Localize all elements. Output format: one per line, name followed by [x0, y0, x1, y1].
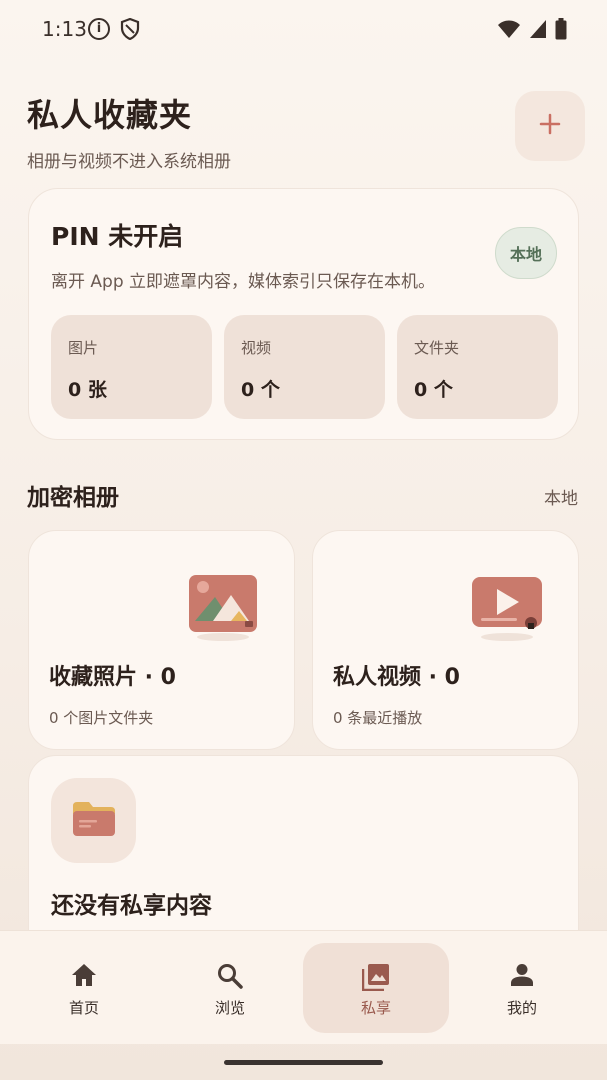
nav-label: 私享: [360, 999, 391, 1017]
pin-status-description: 离开 App 立即遮罩内容，媒体索引只保存在本机。: [51, 272, 436, 292]
album-card-videos[interactable]: 私人视频 · 0 0 条最近播放: [312, 530, 579, 750]
stat-videos: 视频 0 个: [224, 315, 385, 419]
empty-state-title: 还没有私享内容: [51, 893, 212, 919]
status-right-icons: [497, 18, 567, 44]
section-local-label: 本地: [544, 489, 578, 509]
stat-label: 图片: [68, 339, 99, 357]
nav-label: 首页: [68, 999, 99, 1017]
photo-album-icon: [187, 573, 259, 647]
pin-status-title: PIN 未开启: [51, 222, 184, 251]
local-badge: 本地: [495, 227, 557, 279]
page-title: 私人收藏夹: [27, 96, 193, 134]
video-album-icon: [471, 573, 543, 647]
person-icon: [510, 963, 534, 991]
page-subtitle: 相册与视频不进入系统相册: [27, 152, 231, 172]
add-button[interactable]: [515, 91, 585, 161]
gesture-bar[interactable]: [224, 1060, 383, 1065]
stat-value: 0 个: [414, 379, 453, 401]
album-subtitle: 0 个图片文件夹: [49, 709, 154, 727]
cellular-icon: [529, 19, 547, 43]
album-title: 收藏照片 · 0: [49, 665, 176, 690]
nav-label: 我的: [506, 999, 537, 1017]
status-bar: 1:13 i: [0, 0, 607, 60]
stat-images: 图片 0 张: [51, 315, 212, 419]
section-title: 加密相册: [27, 485, 119, 511]
status-time: 1:13: [42, 17, 87, 41]
album-title: 私人视频 · 0: [333, 665, 460, 690]
stat-value: 0 个: [241, 379, 280, 401]
stat-folders: 文件夹 0 个: [397, 315, 558, 419]
nav-item-browse[interactable]: 浏览: [157, 943, 303, 1033]
shield-icon: [120, 17, 140, 44]
folder-icon: [71, 800, 117, 842]
album-card-photos[interactable]: 收藏照片 · 0 0 个图片文件夹: [28, 530, 295, 750]
nav-label: 浏览: [214, 999, 245, 1017]
home-icon: [71, 963, 97, 991]
nav-item-home[interactable]: 首页: [11, 943, 157, 1033]
plus-icon: [539, 113, 561, 139]
album-subtitle: 0 条最近播放: [333, 709, 423, 727]
bottom-navigation: 首页 浏览 私享 我的: [0, 930, 607, 1044]
stat-label: 文件夹: [414, 339, 460, 357]
empty-state-card: 还没有私享内容: [28, 755, 579, 955]
nav-item-profile[interactable]: 我的: [449, 943, 595, 1033]
wifi-icon: [497, 19, 521, 43]
gallery-icon: [361, 963, 390, 995]
stat-label: 视频: [241, 339, 272, 357]
stat-value: 0 张: [68, 379, 107, 401]
battery-icon: [555, 18, 567, 44]
pin-status-card[interactable]: PIN 未开启 离开 App 立即遮罩内容，媒体索引只保存在本机。 本地 图片 …: [28, 188, 579, 440]
info-icon: i: [88, 18, 110, 40]
empty-icon-box: [51, 778, 136, 863]
search-icon: [217, 963, 243, 993]
nav-item-private[interactable]: 私享: [303, 943, 449, 1033]
